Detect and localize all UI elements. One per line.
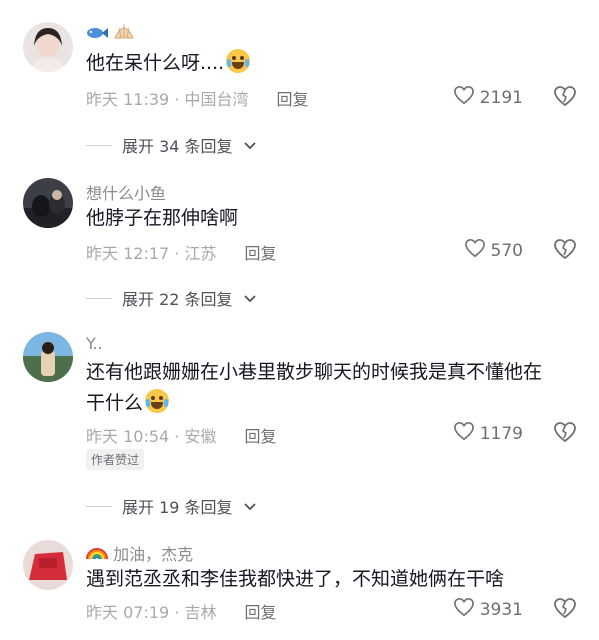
divider-line (86, 144, 112, 146)
time-location: 昨天 11:39 · 中国台湾 (86, 90, 249, 109)
broken-heart-icon (553, 239, 577, 264)
comment-text-line: 还有他跟姗姗在小巷里散步聊天的时候我是真不懂他在 (86, 361, 543, 383)
heart-icon (453, 421, 475, 446)
comment-text-line: 干什么 (86, 388, 581, 419)
heart-icon (453, 85, 475, 110)
avatar[interactable] (23, 178, 73, 228)
heart-icon (453, 597, 475, 622)
avatar[interactable] (23, 540, 73, 590)
rainbow-icon (86, 545, 113, 564)
chevron-down-icon (243, 497, 257, 516)
avatar[interactable] (23, 332, 73, 382)
dislike-button[interactable] (553, 421, 577, 447)
comment-meta: 昨天 10:54 · 安徽 回复 (86, 423, 276, 447)
broken-heart-icon (553, 86, 577, 111)
comment-text: 他脖子在那伸啥啊 (86, 207, 239, 229)
heart-icon (464, 238, 486, 263)
expand-label: 展开 34 条回复 (122, 137, 233, 156)
chevron-down-icon (243, 136, 257, 155)
crying-laughing-emoji (226, 49, 251, 73)
avatar[interactable] (23, 22, 73, 72)
like-count: 570 (490, 240, 523, 261)
reply-button[interactable]: 回复 (276, 90, 308, 109)
reply-button[interactable]: 回复 (244, 427, 276, 446)
crying-laughing-emoji (145, 389, 170, 413)
comment-meta: 昨天 12:17 · 江苏 回复 (86, 240, 276, 264)
like-button[interactable]: 3931 (453, 597, 523, 622)
expand-replies[interactable]: 展开 22 条回复 (86, 286, 257, 310)
dislike-button[interactable] (553, 597, 577, 623)
like-count: 1179 (479, 423, 523, 444)
comment-meta: 昨天 07:19 · 吉林 回复 (86, 599, 276, 623)
chevron-down-icon (243, 289, 257, 308)
expand-replies[interactable]: 展开 34 条回复 (86, 133, 257, 157)
shell-icon (113, 24, 135, 44)
like-button[interactable]: 1179 (453, 421, 523, 446)
divider-line (86, 297, 112, 299)
like-count: 3931 (479, 599, 523, 620)
comment-meta: 昨天 11:39 · 中国台湾 回复 (86, 86, 308, 110)
expand-label: 展开 19 条回复 (122, 498, 233, 517)
broken-heart-icon (553, 422, 577, 447)
fish-icon (86, 25, 113, 44)
dislike-button[interactable] (553, 238, 577, 264)
comment-text: 遇到范丞丞和李佳我都快进了，不知道她俩在干啥 (86, 568, 505, 590)
like-button[interactable]: 2191 (453, 85, 523, 110)
username-emojis[interactable] (86, 22, 135, 44)
username[interactable]: 加油，杰克 (86, 541, 193, 565)
username[interactable]: 想什么小鱼 (86, 180, 166, 204)
expand-replies[interactable]: 展开 19 条回复 (86, 494, 257, 518)
time-location: 昨天 12:17 · 江苏 (86, 244, 217, 263)
like-count: 2191 (479, 87, 523, 108)
username[interactable]: Y.. (86, 334, 103, 353)
reply-button[interactable]: 回复 (244, 244, 276, 263)
divider-line (86, 505, 112, 507)
comment-text: 他在呆什么呀.... (86, 48, 581, 79)
author-liked-badge: 作者赞过 (86, 449, 145, 470)
expand-label: 展开 22 条回复 (122, 290, 233, 309)
reply-button[interactable]: 回复 (244, 603, 276, 622)
comment-text: 还有他跟姗姗在小巷里散步聊天的时候我是真不懂他在 干什么 (86, 357, 581, 419)
like-button[interactable]: 570 (464, 238, 523, 263)
dislike-button[interactable] (553, 85, 577, 111)
time-location: 昨天 10:54 · 安徽 (86, 427, 217, 446)
time-location: 昨天 07:19 · 吉林 (86, 603, 217, 622)
broken-heart-icon (553, 598, 577, 623)
